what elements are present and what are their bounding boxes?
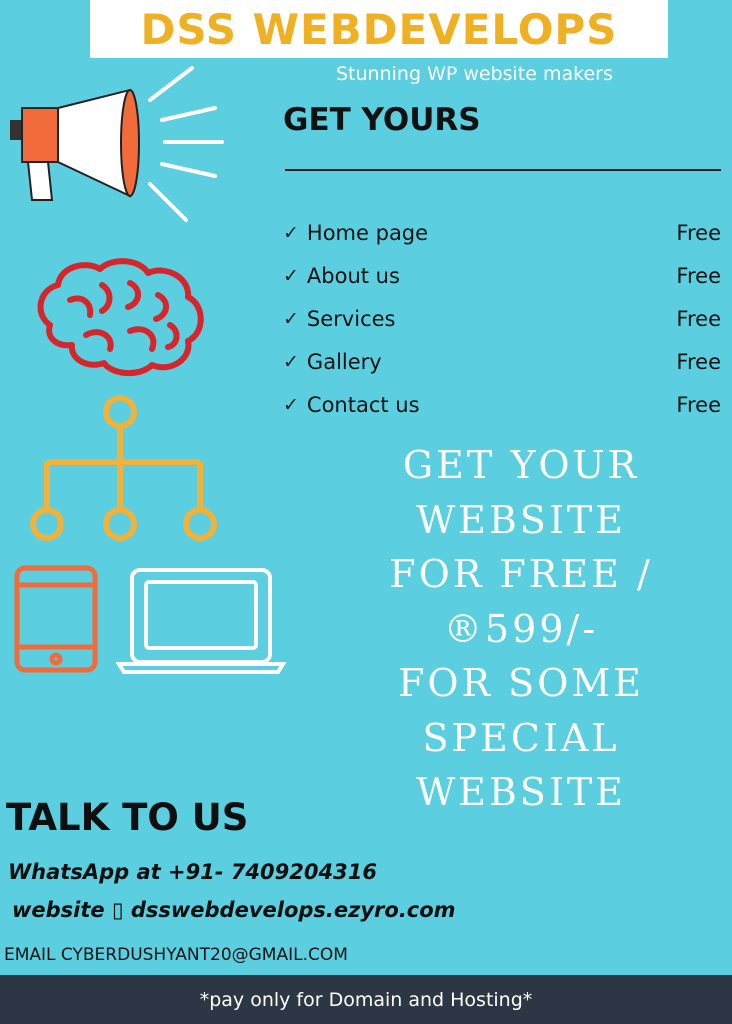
- brand-banner: DSS WEBDEVELOPS: [90, 0, 668, 58]
- feature-price: Free: [676, 221, 721, 246]
- website-link[interactable]: website ▯ dsswebdevelops.ezyro.com: [12, 898, 456, 922]
- feature-label: Home page: [306, 221, 429, 246]
- list-item: ✓ Gallery Free: [283, 340, 723, 383]
- brand-title: DSS WEBDEVELOPS: [140, 4, 618, 54]
- tagline: Stunning WP website makers: [336, 63, 613, 85]
- network-diagram-icon: [30, 395, 217, 541]
- check-icon: ✓: [283, 393, 299, 416]
- contact-heading: TALK TO US: [6, 796, 249, 839]
- megaphone-icon: [10, 66, 224, 222]
- feature-price: Free: [676, 349, 721, 374]
- tablet-icon: [14, 565, 98, 673]
- promo-line: WEBSITE: [416, 770, 626, 814]
- check-icon: ✓: [283, 350, 299, 373]
- offer-divider: [285, 169, 721, 171]
- check-icon: ✓: [283, 265, 299, 288]
- list-item: ✓ Contact us Free: [283, 383, 723, 426]
- feature-list: ✓ Home page Free ✓ About us Free ✓ Servi…: [283, 212, 723, 426]
- promo-line: ®599/-: [443, 606, 599, 651]
- check-icon: ✓: [283, 307, 299, 330]
- promo-line: GET YOUR: [402, 443, 640, 487]
- feature-label: About us: [306, 264, 400, 289]
- footer-bar: *pay only for Domain and Hosting*: [0, 975, 732, 1024]
- footer-note: *pay only for Domain and Hosting*: [199, 988, 533, 1011]
- check-icon: ✓: [283, 222, 299, 245]
- feature-label: Gallery: [306, 349, 382, 374]
- promo-text: GET YOUR WEBSITE FOR FREE / ®599/- FOR S…: [360, 438, 682, 820]
- feature-price: Free: [676, 306, 721, 331]
- list-item: ✓ Services Free: [283, 298, 723, 341]
- feature-label: Services: [306, 306, 396, 331]
- feature-label: Contact us: [306, 392, 420, 417]
- email-contact[interactable]: EMAIL CYBERDUSHYANT20@GMAIL.COM: [4, 945, 348, 965]
- list-item: ✓ Home page Free: [283, 212, 723, 255]
- promo-line: FOR FREE /: [389, 552, 653, 596]
- promo-line: SPECIAL: [422, 715, 620, 760]
- whatsapp-contact[interactable]: WhatsApp at +91- 7409204316: [8, 860, 377, 884]
- promo-line: FOR SOME: [397, 661, 645, 705]
- laptop-icon: [116, 568, 286, 674]
- offer-heading: GET YOURS: [283, 102, 481, 138]
- feature-price: Free: [676, 264, 721, 289]
- list-item: ✓ About us Free: [283, 255, 723, 298]
- promo-line: WEBSITE: [416, 497, 626, 542]
- feature-price: Free: [676, 392, 721, 417]
- brain-icon: [37, 258, 204, 376]
